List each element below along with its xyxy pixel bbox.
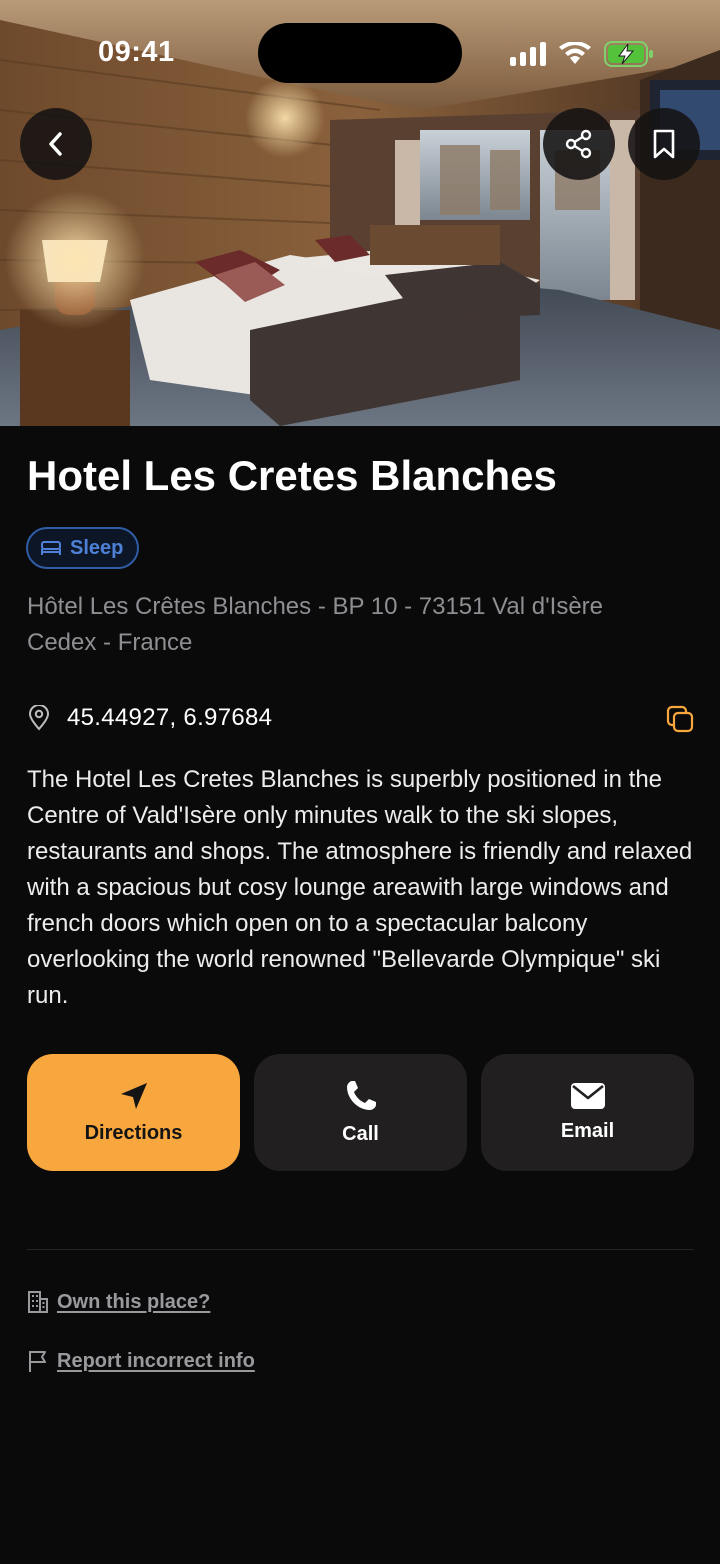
flag-icon <box>29 1351 46 1372</box>
report-info-label[interactable]: Report incorrect info <box>57 1350 255 1373</box>
building-icon <box>28 1291 48 1313</box>
category-tag[interactable]: Sleep <box>26 527 140 569</box>
navigation-arrow-icon <box>120 1083 147 1109</box>
category-label: Sleep <box>70 536 124 559</box>
coordinates-row: 45.44927, 6.97684 <box>27 700 695 736</box>
status-icons <box>510 40 654 68</box>
email-label: Email <box>560 1120 615 1142</box>
phone-icon <box>346 1081 376 1110</box>
wifi-icon <box>559 42 591 64</box>
chevron-left-icon <box>49 132 62 156</box>
call-button[interactable]: Call <box>254 1054 467 1171</box>
divider <box>27 1249 694 1250</box>
email-button[interactable]: Email <box>481 1054 694 1171</box>
dynamic-island <box>258 23 462 83</box>
status-time: 09:41 <box>98 36 175 68</box>
bookmark-button[interactable] <box>628 108 700 180</box>
description-text: The Hotel Les Cretes Blanches is superbl… <box>27 766 693 1009</box>
copy-icon[interactable] <box>665 704 695 734</box>
envelope-icon <box>570 1083 605 1109</box>
report-info-link[interactable]: Report incorrect info <box>27 1349 255 1373</box>
battery-charging-icon <box>604 41 653 67</box>
action-buttons: Directions Call Email <box>27 1054 694 1171</box>
bed-icon <box>41 541 61 555</box>
status-bar: 09:41 <box>0 0 720 100</box>
coordinates-text: 45.44927, 6.97684 <box>67 704 273 731</box>
place-title: Hotel Les Cretes Blanches <box>27 452 557 499</box>
own-place-label[interactable]: Own this place? <box>57 1291 210 1314</box>
location-pin-icon <box>28 705 50 731</box>
directions-label: Directions <box>84 1122 183 1144</box>
bookmark-icon <box>653 129 675 159</box>
cellular-signal-icon <box>510 42 546 66</box>
hero-image: 09:41 <box>0 0 720 426</box>
share-icon <box>565 129 592 159</box>
own-place-link[interactable]: Own this place? <box>27 1290 210 1314</box>
directions-button[interactable]: Directions <box>27 1054 240 1171</box>
back-button[interactable] <box>20 108 92 180</box>
address-text: Hôtel Les Crêtes Blanches - BP 10 - 7315… <box>27 593 604 656</box>
share-button[interactable] <box>543 108 615 180</box>
call-label: Call <box>342 1123 379 1145</box>
